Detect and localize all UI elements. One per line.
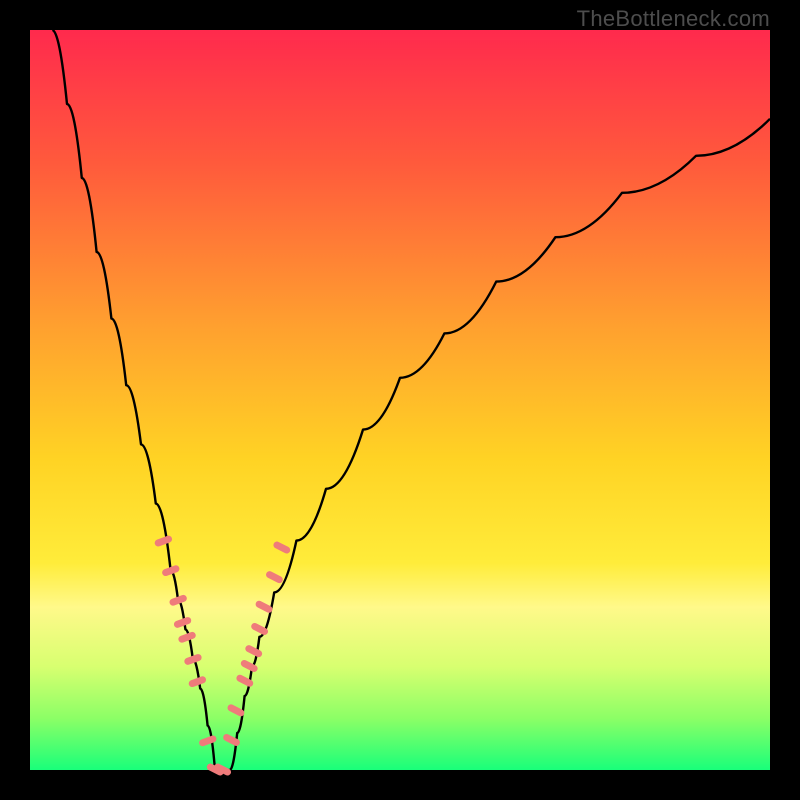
- highlight-dot: [213, 762, 232, 776]
- highlight-dot: [244, 644, 263, 658]
- highlight-dot: [254, 600, 273, 614]
- highlight-dots-group: [154, 535, 292, 777]
- highlight-dot: [188, 675, 207, 688]
- bottleneck-curve: [52, 30, 770, 770]
- highlight-dot: [265, 570, 284, 584]
- highlight-dot: [154, 535, 173, 548]
- chart-svg: [30, 30, 770, 770]
- plot-area: [30, 30, 770, 770]
- highlight-dot: [198, 735, 217, 748]
- highlight-dot: [173, 616, 192, 629]
- watermark-text: TheBottleneck.com: [577, 6, 770, 32]
- highlight-dot: [222, 733, 241, 747]
- highlight-dot: [272, 540, 291, 554]
- outer-frame: TheBottleneck.com: [0, 0, 800, 800]
